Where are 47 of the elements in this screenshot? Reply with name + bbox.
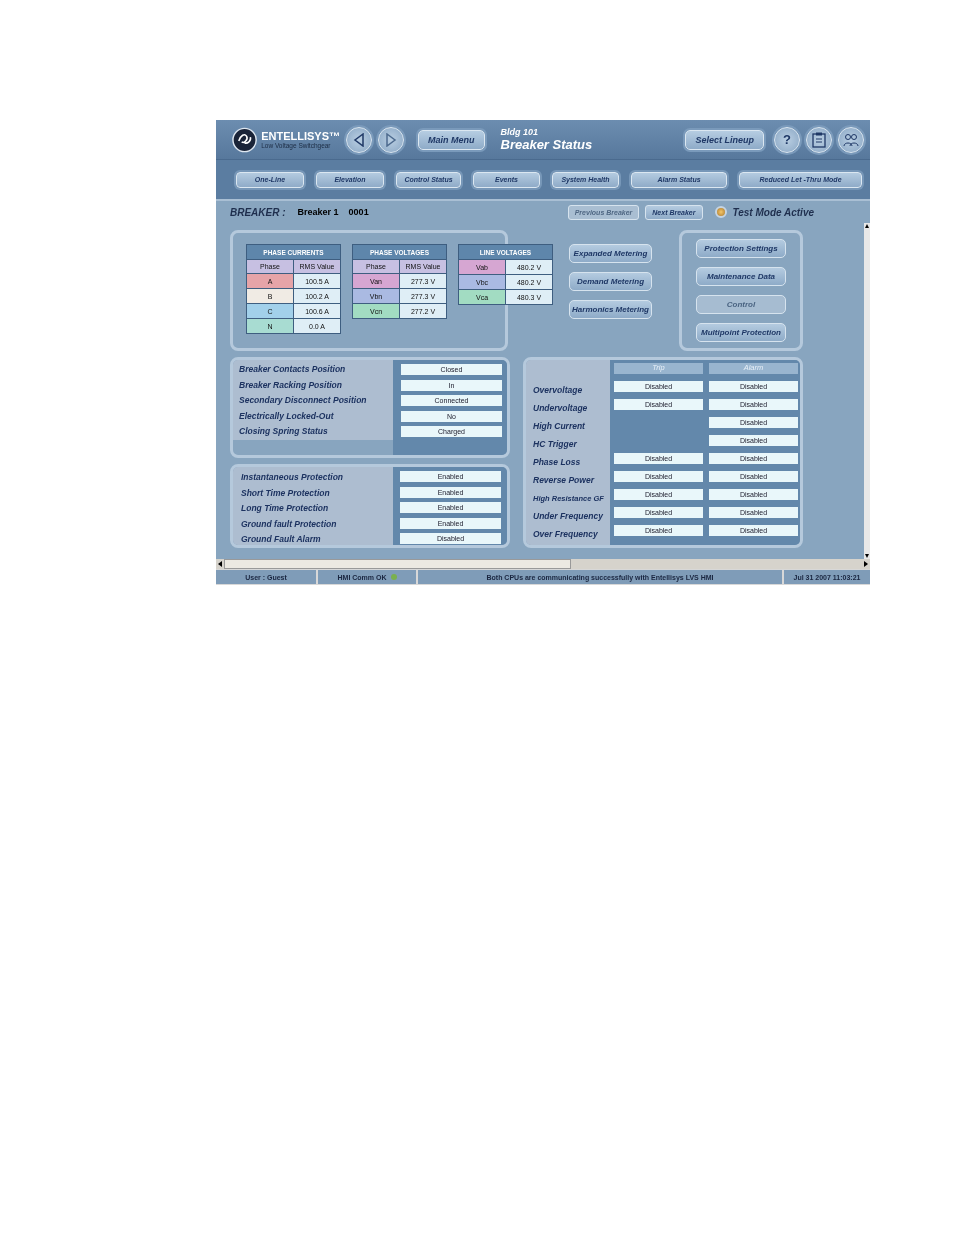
left-arrow-icon: [353, 132, 365, 147]
clipboard-icon: [812, 131, 826, 148]
function-label: High Current: [533, 421, 586, 432]
function-label: Under Frequency: [533, 511, 604, 522]
action-button[interactable]: Protection Settings: [696, 239, 786, 258]
test-mode-label: Test Mode Active: [732, 206, 814, 218]
users-button[interactable]: [838, 126, 864, 153]
status-label: Electrically Locked-Out: [239, 410, 335, 422]
function-label: Reverse Power: [533, 475, 596, 486]
clipboard-button[interactable]: [806, 126, 832, 153]
select-lineup-button[interactable]: Select Lineup: [685, 129, 764, 150]
status-label: Closing Spring Status: [239, 426, 329, 437]
forward-button[interactable]: [378, 126, 404, 153]
protection-label: Instantaneous Protection: [241, 472, 344, 483]
vertical-scrollbar[interactable]: [864, 223, 870, 559]
breaker-label: BREAKER :: [230, 206, 286, 218]
status-label: Breaker Contacts Position: [239, 364, 347, 375]
scroll-thumb[interactable]: [224, 559, 571, 569]
function-label: HC Trigger: [533, 439, 578, 450]
users-icon: [843, 132, 859, 147]
protection-label: Long Time Protection: [241, 503, 330, 514]
metering-button[interactable]: Demand Metering: [569, 272, 652, 291]
metering-button[interactable]: Expanded Metering: [569, 244, 652, 263]
back-button[interactable]: [346, 126, 372, 153]
breaker-name: Breaker 1: [297, 207, 339, 217]
status-label: Breaker Racking Position: [239, 379, 343, 391]
function-label: Overvoltage: [533, 385, 584, 396]
protection-label: Ground Fault Alarm: [241, 534, 322, 545]
location-label: Bldg 101: [500, 127, 539, 137]
protection-label: Short Time Protection: [241, 487, 331, 499]
function-label: Phase Loss: [533, 457, 582, 468]
page-title: Breaker Status: [500, 137, 594, 152]
function-label: Over Frequency: [533, 529, 599, 540]
function-label: Undervoltage: [533, 403, 589, 414]
horizontal-scrollbar[interactable]: [216, 559, 870, 569]
logo-name: ENTELLISYS™: [261, 130, 340, 142]
action-button[interactable]: Multipoint Protection: [696, 323, 786, 342]
right-arrow-icon: [385, 132, 397, 147]
breaker-number: 0001: [348, 207, 370, 217]
logo-icon: [232, 126, 258, 153]
scroll-up-icon[interactable]: [864, 223, 870, 229]
metering-button[interactable]: Harmonics Metering: [569, 300, 652, 319]
main-menu-button[interactable]: Main Menu: [418, 129, 485, 150]
action-button[interactable]: Maintenance Data: [696, 267, 786, 286]
status-label: Secondary Disconnect Position: [239, 395, 368, 406]
help-button[interactable]: ?: [774, 126, 800, 153]
protection-label: Ground fault Protection: [241, 518, 338, 530]
